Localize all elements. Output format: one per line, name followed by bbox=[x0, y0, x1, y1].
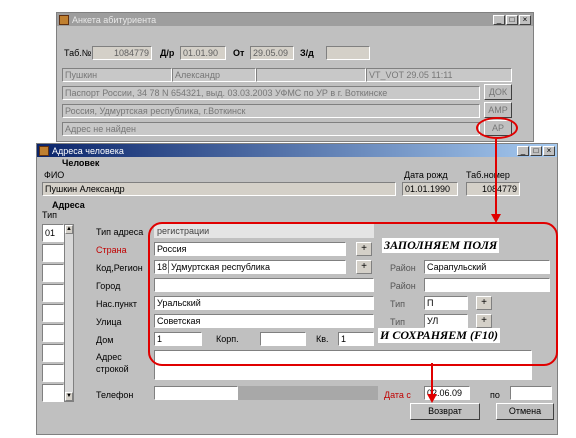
annotation-arrows bbox=[427, 139, 501, 403]
